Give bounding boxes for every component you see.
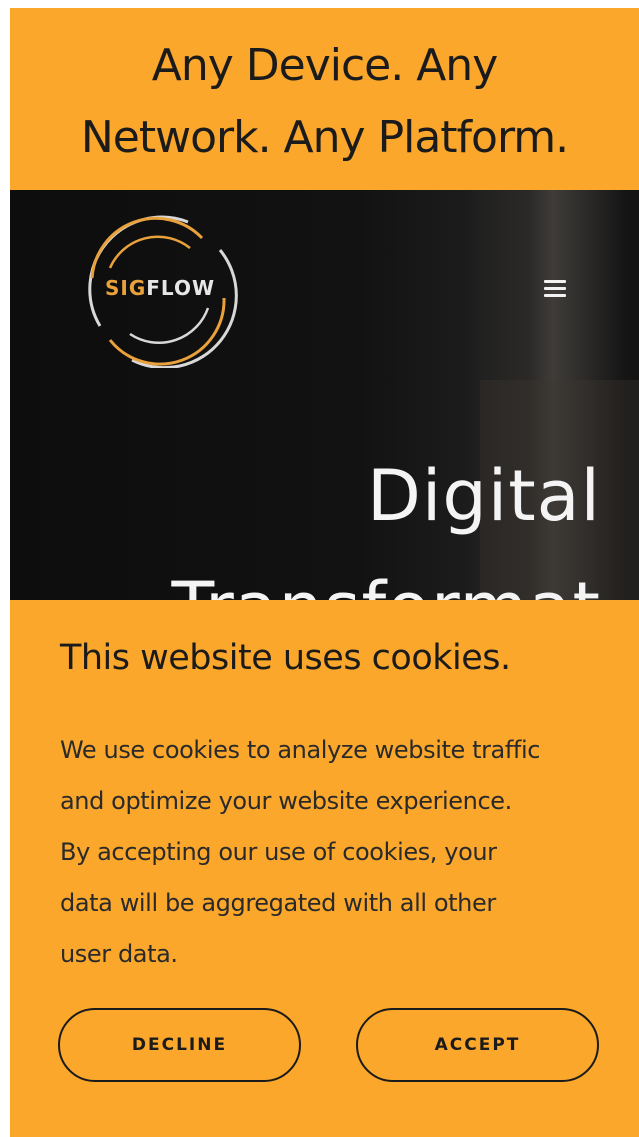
tagline-line-1: Any Device. Any: [151, 40, 499, 91]
cookie-description-line: data will be aggregated with all other: [60, 889, 496, 917]
sigflow-logo[interactable]: SIGFLOW: [70, 208, 250, 368]
cookie-description-line: and optimize your website experience.: [60, 787, 512, 815]
cookie-consent-panel: This website uses cookies. We use cookie…: [10, 600, 639, 1137]
tagline-line-2: Network. Any Platform.: [80, 112, 569, 163]
hero-section: SIGFLOW Digital Transformat: [10, 190, 639, 610]
hamburger-menu-icon[interactable]: [538, 276, 572, 306]
accept-button[interactable]: ACCEPT: [356, 1008, 599, 1082]
cookie-description-line: user data.: [60, 940, 178, 968]
tagline-banner: Any Device. Any Network. Any Platform.: [10, 8, 639, 190]
cookie-description: We use cookies to analyze website traffi…: [60, 725, 620, 980]
sigflow-logo-icon: SIGFLOW: [88, 215, 238, 368]
hero-title-line-1: Digital: [366, 455, 601, 537]
cookie-description-line: We use cookies to analyze website traffi…: [60, 736, 541, 764]
page: Any Device. Any Network. Any Platform. S…: [10, 8, 639, 1137]
hero-title: Digital Transformat: [171, 440, 601, 610]
cookie-description-line: By accepting our use of cookies, your: [60, 838, 497, 866]
logo-wordmark: SIGFLOW: [105, 276, 215, 300]
decline-button[interactable]: DECLINE: [58, 1008, 301, 1082]
cookie-title: This website uses cookies.: [60, 638, 511, 678]
